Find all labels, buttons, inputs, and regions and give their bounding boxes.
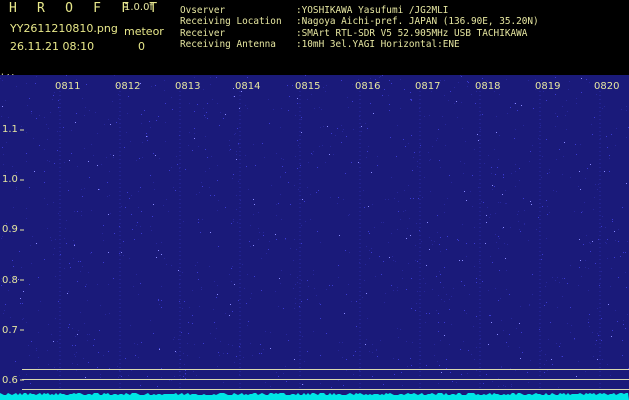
time-tick: 0817 (415, 81, 441, 92)
spectrogram-canvas (0, 75, 629, 400)
info-value: :SMArt RTL-SDR V5 52.905MHz USB TACHIKAW… (296, 27, 528, 39)
time-tick: 0812 (115, 81, 141, 92)
time-tick: 0818 (475, 81, 501, 92)
time-tick: 0813 (175, 81, 201, 92)
info-value: :Nagoya Aichi-pref. JAPAN (136.90E, 35.2… (296, 16, 539, 28)
meteor-count: 0 (138, 40, 145, 53)
info-row-location: Receiving Location :Nagoya Aichi-pref. J… (180, 16, 539, 27)
filename-label: YY2611210810.png (10, 22, 118, 35)
time-tick: 0814 (235, 81, 261, 92)
freq-tick: 0.6 (2, 375, 18, 386)
freq-tick: 1.1 (2, 124, 18, 135)
freq-tick: 0.7 (2, 325, 18, 336)
header: H R O F F T 1.0.0f YY2611210810.png 26.1… (0, 0, 629, 84)
info-row-observer: Ovserver :YOSHIKAWA Yasufumi /JG2MLI (180, 5, 539, 16)
info-key: Receiver (180, 27, 226, 39)
freq-tick: 1.0 (2, 174, 18, 185)
info-row-antenna: Receiving Antenna :10mH 3el.YAGI Horizon… (180, 39, 539, 50)
time-tick: 0820 (594, 81, 620, 92)
freq-tick: 0.9 (2, 224, 18, 235)
meteor-label: meteor (124, 25, 164, 38)
info-key: Receiving Antenna (180, 39, 276, 51)
time-tick: 0819 (535, 81, 561, 92)
info-key: Ovserver (180, 5, 226, 16)
spectrogram-panel (0, 75, 629, 400)
time-tick: 0816 (355, 81, 381, 92)
datetime-label: 26.11.21 08:10 (10, 40, 95, 53)
info-key: Receiving Location (180, 16, 282, 28)
info-value: :YOSHIKAWA Yasufumi /JG2MLI (296, 5, 449, 16)
info-row-receiver: Receiver :SMArt RTL-SDR V5 52.905MHz USB… (180, 28, 539, 39)
reference-line (22, 369, 629, 370)
time-tick: 0811 (55, 81, 81, 92)
reference-line (22, 379, 629, 380)
info-value: :10mH 3el.YAGI Horizontal:ENE (296, 39, 460, 51)
station-info: Ovserver :YOSHIKAWA Yasufumi /JG2MLI Rec… (180, 5, 539, 51)
signal-trace (0, 393, 629, 400)
version-label: 1.0.0f (124, 2, 153, 13)
freq-tick: 0.8 (2, 275, 18, 286)
time-tick: 0815 (295, 81, 321, 92)
reference-line (22, 389, 629, 390)
